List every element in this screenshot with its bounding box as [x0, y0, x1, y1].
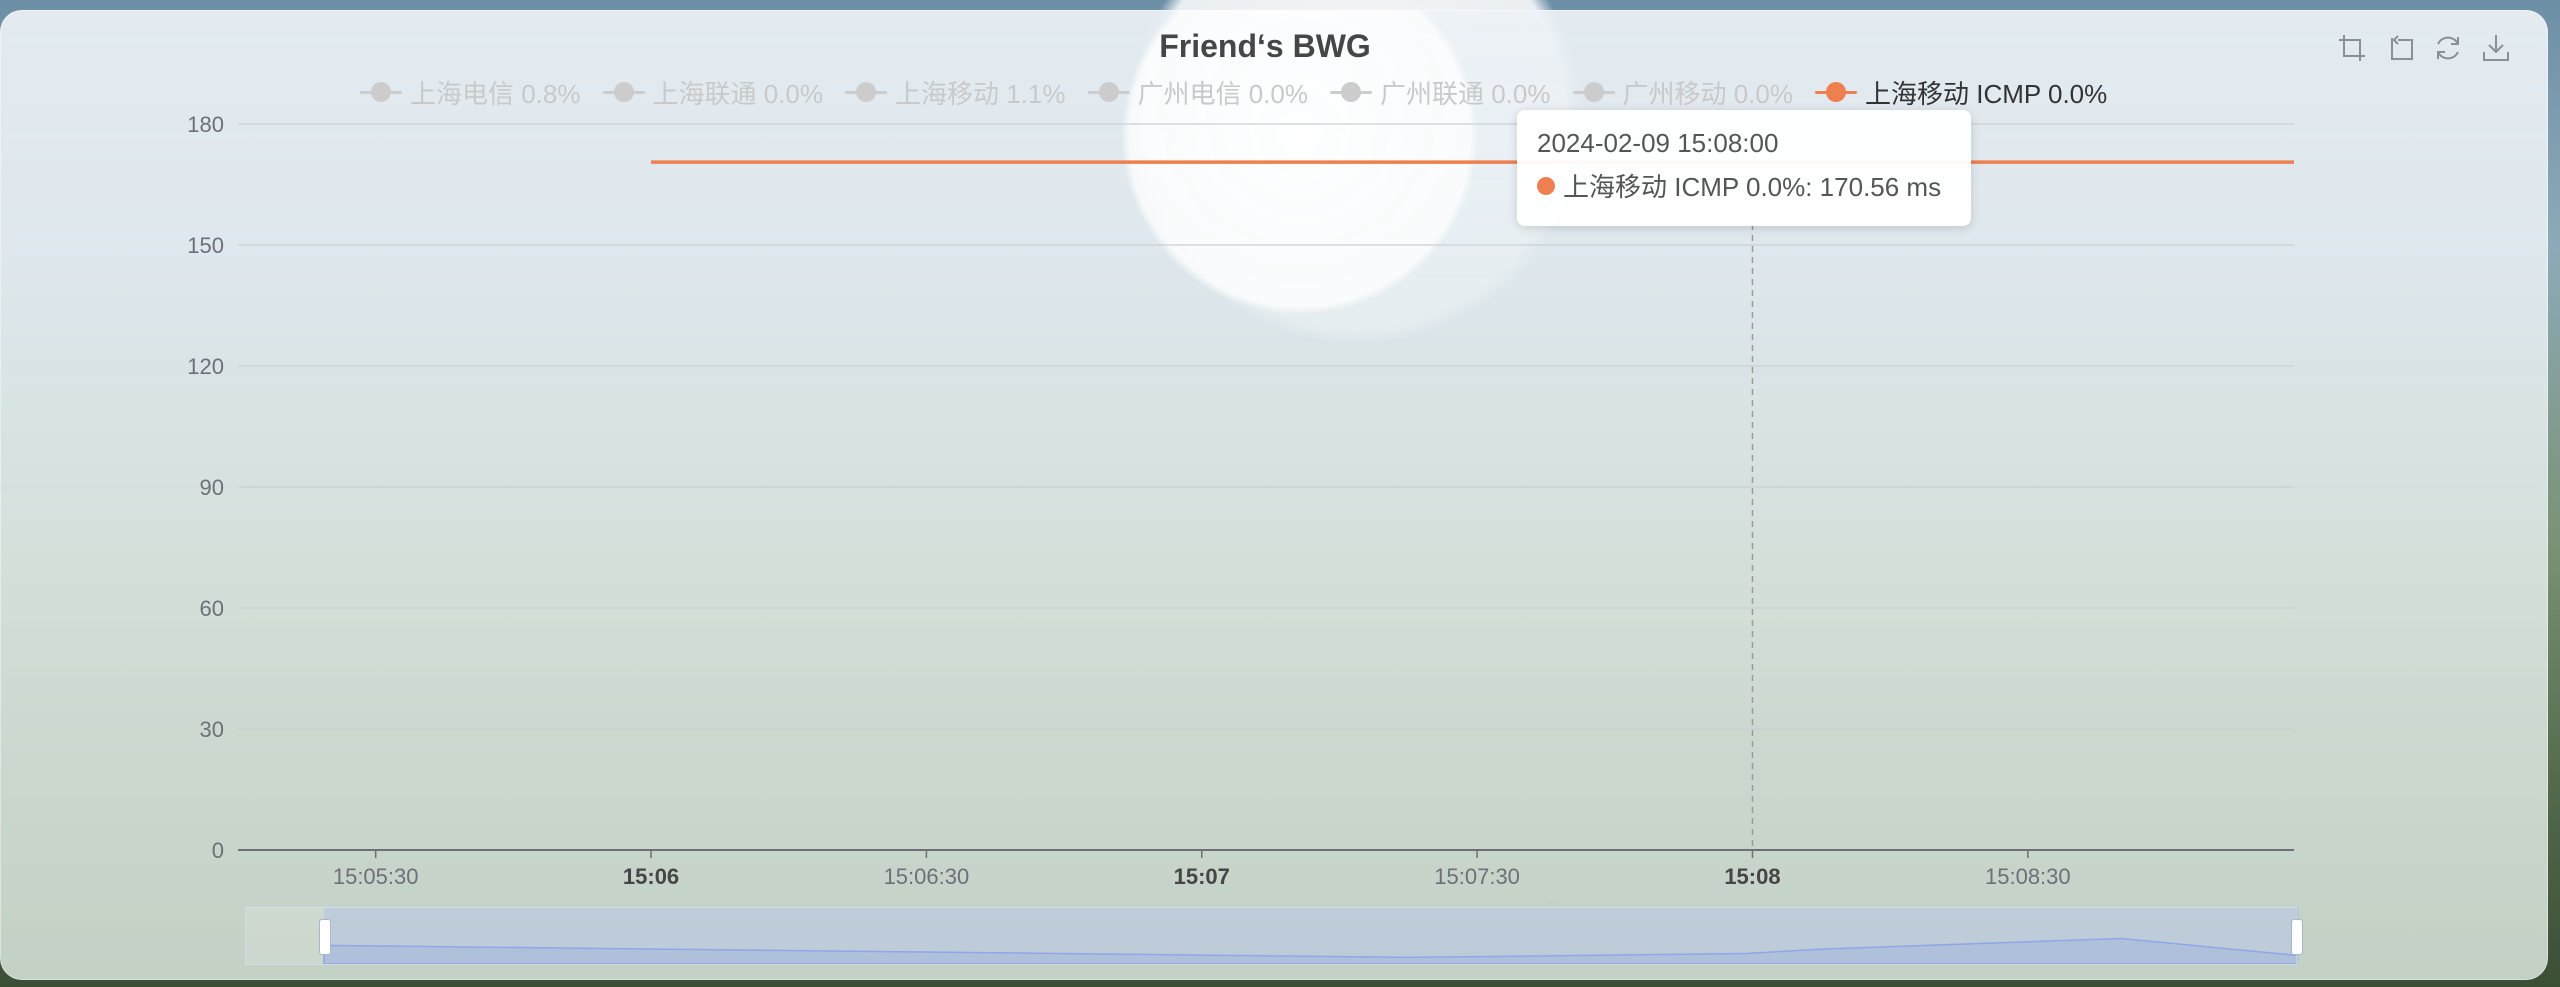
y-tick-label: 0: [212, 838, 224, 863]
y-tick-label: 180: [187, 112, 224, 137]
y-axis-ticks: 0 30 60 90 120 150 180: [187, 112, 224, 863]
line-chart-plot: 0306090120150180 15:05:30 15:06 15:06:30 15…: [187, 112, 2294, 889]
tooltip-time: 2024-02-09 15:08:00: [1537, 128, 1779, 158]
data-zoom-move-grip[interactable]: ⋯: [1546, 899, 1558, 909]
y-tick-label: 150: [187, 233, 224, 258]
x-tick-label: 15:08:30: [1985, 864, 2071, 889]
chart-tooltip: 2024-02-09 15:08:00 上海移动 ICMP 0.0%: 170.…: [1517, 110, 1971, 226]
y-tick-label: 30: [200, 717, 224, 742]
y-tick-label: 90: [200, 475, 224, 500]
data-zoom-slider[interactable]: ⋯: [245, 899, 2303, 965]
grid-lines: [238, 123, 2294, 730]
x-tick-label: 15:07:30: [1434, 864, 1520, 889]
x-tick-label: 15:06: [623, 864, 679, 889]
y-tick-label: 120: [187, 354, 224, 379]
x-tick-label: 15:05:30: [333, 864, 419, 889]
tooltip-series-dot: [1537, 176, 1555, 195]
x-tick-label: 15:07: [1174, 864, 1230, 889]
data-zoom-handle-right[interactable]: [2291, 919, 2303, 955]
x-tick-label: 15:06:30: [884, 864, 970, 889]
x-axis-ticks: 15:05:30 15:06 15:06:30 15:07 15:07:30 15:08 1…: [333, 850, 2071, 889]
data-zoom-handle-left[interactable]: [319, 919, 331, 955]
tooltip-row: 上海移动 ICMP 0.0%: 170.56 ms: [1537, 167, 1951, 204]
tooltip-series-value: 上海移动 ICMP 0.0%: 170.56 ms: [1563, 172, 1942, 202]
data-zoom-preview-line: [323, 937, 2296, 964]
x-tick-label: 15:08: [1724, 864, 1780, 889]
data-zoom-preview: [323, 937, 2296, 964]
y-tick-label: 60: [200, 596, 224, 621]
